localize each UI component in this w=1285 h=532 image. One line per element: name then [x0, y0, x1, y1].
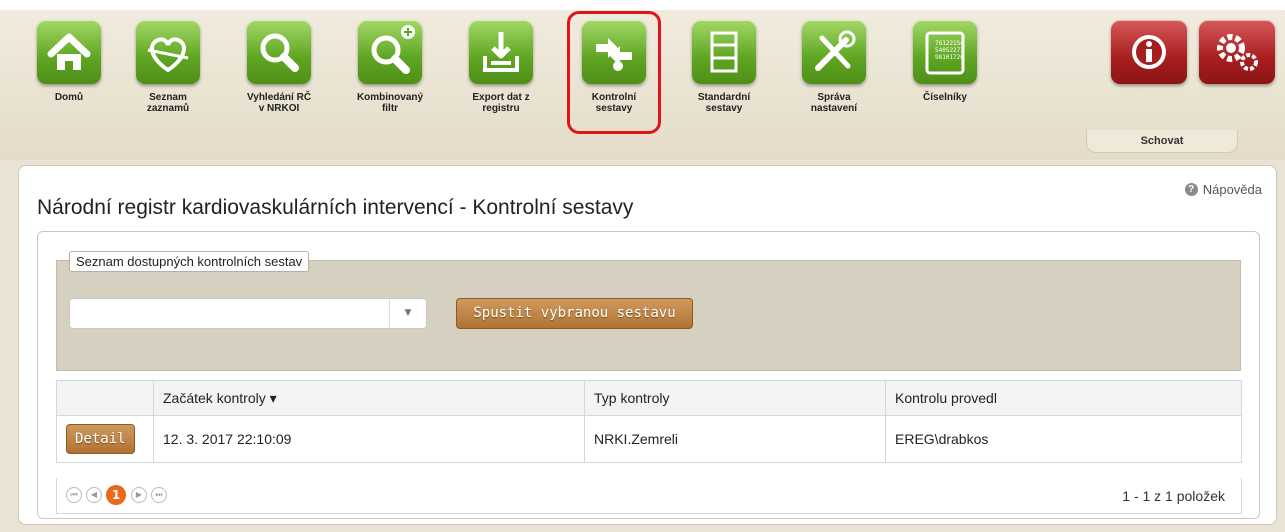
nav-combined-filter[interactable]: Kombinovaný filtr	[348, 20, 432, 114]
pager-info: 1 - 1 z 1 položek	[1122, 488, 1225, 504]
next-page-icon[interactable]: ▶	[131, 487, 147, 503]
column-header-start[interactable]: Začátek kontroly ▾	[153, 380, 585, 416]
nav-settings-management[interactable]: Správa nastavení	[792, 20, 876, 114]
nav-standard-reports[interactable]: Standardní sestavy	[682, 20, 766, 114]
search-icon	[247, 20, 311, 84]
info-button[interactable]	[1104, 20, 1194, 84]
column-header-action	[56, 380, 154, 416]
help-icon: ?	[1184, 183, 1198, 196]
filter-legend: Seznam dostupných kontrolních sestav	[69, 251, 310, 272]
report-filter: Seznam dostupných kontrolních sestav ▼ S…	[56, 251, 1241, 371]
help-label: Nápověda	[1202, 182, 1262, 197]
export-icon	[469, 20, 533, 84]
hide-toolbar-button[interactable]: Schovat	[1086, 130, 1238, 153]
chevron-down-icon[interactable]: ▼	[389, 299, 426, 328]
nav-label: Export dat z registru	[472, 92, 530, 114]
prev-page-icon[interactable]: ◀	[86, 487, 102, 503]
page-title: Národní registr kardiovaskulárních inter…	[37, 196, 634, 219]
settings-button[interactable]	[1192, 20, 1282, 84]
detail-button[interactable]: Detail	[66, 424, 135, 454]
home-icon	[37, 20, 101, 84]
nav-records-list[interactable]: Seznam zaznamů	[126, 20, 210, 114]
nav-codebooks[interactable]: 76122154 54052273 98101726 Číselníky	[903, 20, 987, 103]
table-cell-start: 12. 3. 2017 22:10:09	[153, 415, 585, 463]
nav-label: Domů	[54, 92, 84, 103]
codebook-icon: 76122154 54052273 98101726	[913, 20, 977, 84]
results-table: Začátek kontroly ▾ Typ kontroly Kontrolu…	[56, 380, 1242, 463]
codebook-digits: 98101726	[935, 54, 964, 61]
active-nav-highlight	[567, 11, 661, 134]
current-page[interactable]: 1	[106, 485, 126, 505]
tools-icon	[802, 20, 866, 84]
run-report-button[interactable]: Spustit vybranou sestavu	[456, 298, 693, 329]
main-panel: ? Nápověda Národní registr kardiovaskulá…	[18, 165, 1277, 525]
gears-icon	[1199, 20, 1275, 84]
codebook-digits: 76122154	[935, 40, 964, 47]
content-frame: Seznam dostupných kontrolních sestav ▼ S…	[37, 231, 1260, 519]
nav-label: Standardní sestavy	[697, 92, 751, 114]
nav-label: Správa nastavení	[810, 92, 858, 114]
nav-export[interactable]: Export dat z registru	[459, 20, 543, 114]
report-select[interactable]: ▼	[69, 298, 427, 329]
column-header-by[interactable]: Kontrolu provedl	[885, 380, 1242, 416]
info-icon	[1111, 20, 1187, 84]
search-plus-icon	[358, 20, 422, 84]
nav-rc-search[interactable]: Vyhledání RČ v NRKOI	[237, 20, 321, 114]
top-navigation: Domů Seznam zaznamů Vyhledání RČ v NRKOI…	[0, 0, 1285, 160]
table-cell-type: NRKI.Zemreli	[584, 415, 886, 463]
nav-label: Vyhledání RČ v NRKOI	[246, 92, 312, 114]
table-header-row: Začátek kontroly ▾ Typ kontroly Kontrolu…	[56, 380, 1242, 416]
last-page-icon[interactable]: ⏭	[151, 487, 167, 503]
heart-list-icon	[136, 20, 200, 84]
nav-label: Kombinovaný filtr	[356, 92, 424, 114]
first-page-icon[interactable]: ⏮	[66, 487, 82, 503]
help-link[interactable]: ? Nápověda	[1184, 182, 1262, 197]
pager: ⏮ ◀ 1 ▶ ⏭ 1 - 1 z 1 položek	[56, 478, 1242, 514]
table-cell-action: Detail	[56, 415, 154, 463]
nav-label: Seznam zaznamů	[146, 92, 190, 114]
table-row: Detail 12. 3. 2017 22:10:09 NRKI.Zemreli…	[56, 415, 1242, 463]
codebook-digits: 54052273	[935, 47, 964, 54]
report-list-icon	[692, 20, 756, 84]
table-cell-by: EREG\drabkos	[885, 415, 1242, 463]
column-header-type[interactable]: Typ kontroly	[584, 380, 886, 416]
nav-label: Číselníky	[923, 92, 967, 103]
nav-home[interactable]: Domů	[27, 20, 111, 103]
